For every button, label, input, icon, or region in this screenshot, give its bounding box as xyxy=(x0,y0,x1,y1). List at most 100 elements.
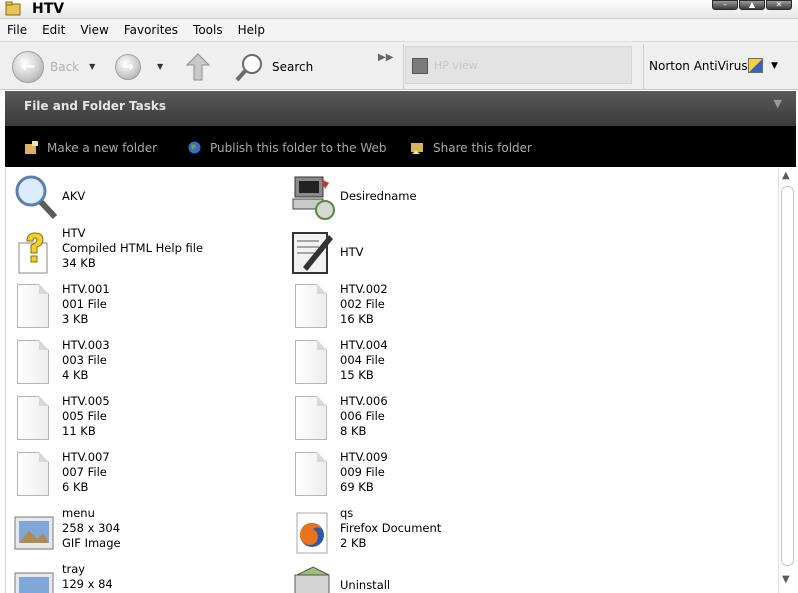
file-type: 005 File xyxy=(62,409,107,423)
norton-label[interactable]: Norton AntiVirus xyxy=(649,59,748,73)
minimize-button[interactable]: – xyxy=(712,0,738,10)
file-name: HTV.007 xyxy=(62,450,110,464)
task-pane: Make a new folder Publish this folder to… xyxy=(5,126,796,167)
menu-favorites[interactable]: Favorites xyxy=(124,23,178,37)
file-item[interactable]: HTV.002 002 File 16 KB xyxy=(284,282,554,338)
file-name: HTV.003 xyxy=(62,338,110,352)
file-size: 4 KB xyxy=(62,368,89,382)
norton-dropdown-icon[interactable]: ▼ xyxy=(771,61,778,71)
file-name: HTV.002 xyxy=(340,282,388,296)
text-edit-icon xyxy=(292,232,333,274)
share-folder-icon xyxy=(411,143,423,154)
file-item[interactable]: menu 258 x 304 GIF Image xyxy=(6,506,276,562)
file-name: Uninstall xyxy=(340,578,391,592)
file-size: 69 KB xyxy=(340,480,374,494)
file-name: Desiredname xyxy=(340,189,417,203)
file-name: tray xyxy=(62,562,86,576)
file-name: HTV.006 xyxy=(340,394,388,408)
task-pane-title: File and Folder Tasks xyxy=(24,99,167,113)
uninstall-icon xyxy=(294,566,330,593)
toolbar-divider xyxy=(643,44,644,89)
maximize-button[interactable]: ▲ xyxy=(739,0,765,10)
file-type: 004 File xyxy=(340,353,385,367)
file-item[interactable]: qs Firefox Document 2 KB xyxy=(284,506,554,562)
file-type: 129 x 84 xyxy=(62,577,113,591)
search-icon xyxy=(235,53,262,81)
document-icon xyxy=(295,284,327,328)
folder-icon xyxy=(5,1,21,16)
title-bar: HTV – ▲ ✕ xyxy=(0,0,798,19)
file-item[interactable]: Desiredname xyxy=(284,170,554,226)
back-dropdown-icon[interactable]: ▼ xyxy=(89,62,95,71)
vertical-scrollbar[interactable]: ▲ ▼ xyxy=(778,168,796,593)
forward-dropdown-icon[interactable]: ▼ xyxy=(157,62,163,71)
file-item[interactable]: HTV.009 009 File 69 KB xyxy=(284,450,554,506)
file-type: Compiled HTML Help file xyxy=(62,241,204,255)
address-text: HP view xyxy=(434,59,478,72)
document-icon xyxy=(17,452,49,496)
scrollbar-thumb[interactable] xyxy=(781,186,794,566)
search-button[interactable]: Search xyxy=(234,42,313,91)
document-icon xyxy=(295,396,327,440)
file-item[interactable]: HTV Compiled HTML Help file 34 KB xyxy=(6,226,276,282)
file-item[interactable]: HTV.006 006 File 8 KB xyxy=(284,394,554,450)
computer-icon xyxy=(292,176,335,220)
file-name: HTV.004 xyxy=(340,338,388,352)
window-controls: – ▲ ✕ xyxy=(712,0,792,10)
up-folder-button[interactable] xyxy=(185,42,211,91)
menu-bar: File Edit View Favorites Tools Help xyxy=(0,19,798,41)
help-file-icon xyxy=(18,232,48,274)
task-new-folder[interactable]: Make a new folder xyxy=(24,140,157,155)
menu-view[interactable]: View xyxy=(80,23,108,37)
search-icon xyxy=(15,175,58,220)
file-item[interactable]: HTV xyxy=(284,226,554,282)
file-item[interactable]: Uninstall xyxy=(284,562,554,593)
menu-edit[interactable]: Edit xyxy=(42,23,65,37)
file-item[interactable]: AKV xyxy=(6,170,276,226)
document-icon xyxy=(295,340,327,384)
task-pane-header[interactable]: File and Folder Tasks ▼ xyxy=(5,91,796,126)
toolbar-divider xyxy=(403,44,404,89)
toolbar: ← Back ▼ → ▼ Search ▶▶ HP view Norton An… xyxy=(0,41,798,90)
document-icon xyxy=(295,452,327,496)
file-type: 002 File xyxy=(340,297,385,311)
forward-arrow-icon: → xyxy=(115,53,141,80)
address-bar[interactable]: HP view xyxy=(405,46,632,84)
menu-file[interactable]: File xyxy=(7,23,27,37)
document-icon xyxy=(17,396,49,440)
file-item[interactable]: tray 129 x 84 xyxy=(6,562,276,593)
file-size: 8 KB xyxy=(340,424,367,438)
up-arrow-icon xyxy=(185,52,211,80)
task-share-folder[interactable]: Share this folder xyxy=(410,140,532,155)
file-size: 6 KB xyxy=(62,480,89,494)
file-item[interactable]: HTV.001 001 File 3 KB xyxy=(6,282,276,338)
menu-tools[interactable]: Tools xyxy=(193,23,223,37)
address-folder-icon xyxy=(412,58,428,74)
file-size: 15 KB xyxy=(340,368,374,382)
toolbar-overflow-icon[interactable]: ▶▶ xyxy=(378,52,393,63)
task-publish-web[interactable]: Publish this folder to the Web xyxy=(187,140,386,155)
collapse-icon[interactable]: ▼ xyxy=(774,97,782,110)
file-size: 34 KB xyxy=(62,256,96,270)
file-size: 16 KB xyxy=(340,312,374,326)
file-item[interactable]: HTV.005 005 File 11 KB xyxy=(6,394,276,450)
document-icon xyxy=(17,284,49,328)
file-type: 007 File xyxy=(62,465,107,479)
forward-button[interactable]: → ▼ xyxy=(115,42,163,91)
task-label: Share this folder xyxy=(433,140,532,155)
close-button[interactable]: ✕ xyxy=(766,0,792,10)
file-item[interactable]: HTV.007 007 File 6 KB xyxy=(6,450,276,506)
file-type: 006 File xyxy=(340,409,385,423)
scroll-up-icon[interactable]: ▲ xyxy=(782,170,790,181)
norton-icon[interactable] xyxy=(748,58,763,73)
search-label: Search xyxy=(272,59,314,74)
menu-help[interactable]: Help xyxy=(238,23,265,37)
task-label: Make a new folder xyxy=(47,140,158,155)
file-name: HTV.001 xyxy=(62,282,110,296)
file-name: menu xyxy=(62,506,95,520)
back-arrow-icon: ← xyxy=(12,50,44,83)
back-button[interactable]: ← Back ▼ xyxy=(12,42,95,91)
scroll-down-icon[interactable]: ▼ xyxy=(782,574,790,585)
file-item[interactable]: HTV.004 004 File 15 KB xyxy=(284,338,554,394)
file-item[interactable]: HTV.003 003 File 4 KB xyxy=(6,338,276,394)
